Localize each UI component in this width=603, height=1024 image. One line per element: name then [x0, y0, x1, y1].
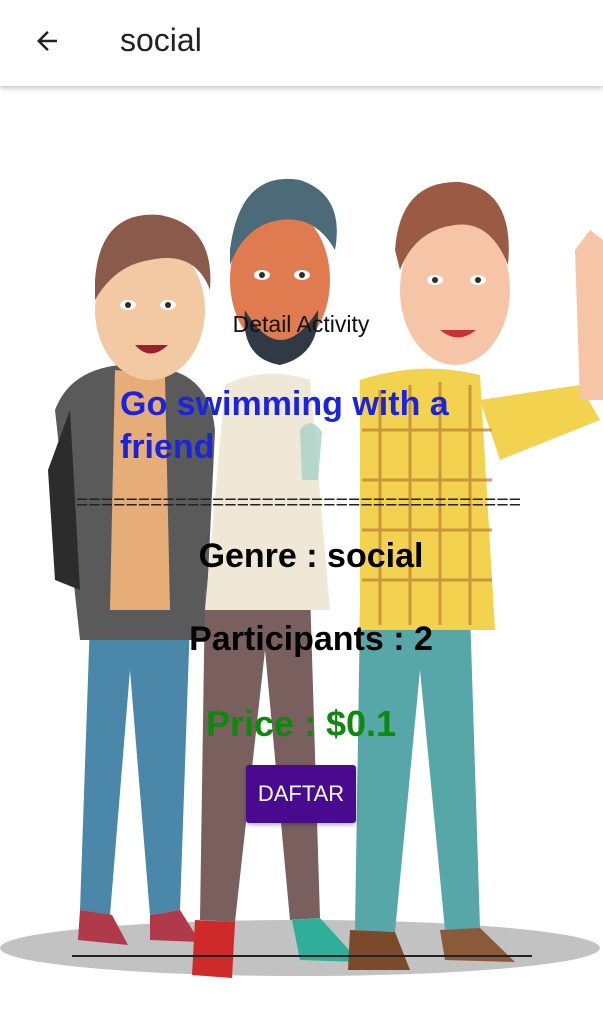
price-text: Price : $0.1	[205, 703, 397, 744]
participants-text: Participants : 2	[189, 620, 433, 658]
bottom-divider	[72, 955, 532, 957]
activity-name: Go swimming with a friend	[120, 385, 449, 466]
activity-detail-panel: Detail Activity Go swimming with a frien…	[66, 305, 536, 957]
detail-heading: Detail Activity	[232, 311, 370, 337]
divider-line: ====================================	[76, 491, 522, 514]
genre-text: Genre : social	[198, 537, 424, 575]
arrow-left-icon[interactable]	[30, 24, 64, 58]
page-title: social	[120, 22, 202, 58]
daftar-button[interactable]: DAFTAR	[246, 765, 356, 823]
app-bar: social	[0, 0, 603, 86]
